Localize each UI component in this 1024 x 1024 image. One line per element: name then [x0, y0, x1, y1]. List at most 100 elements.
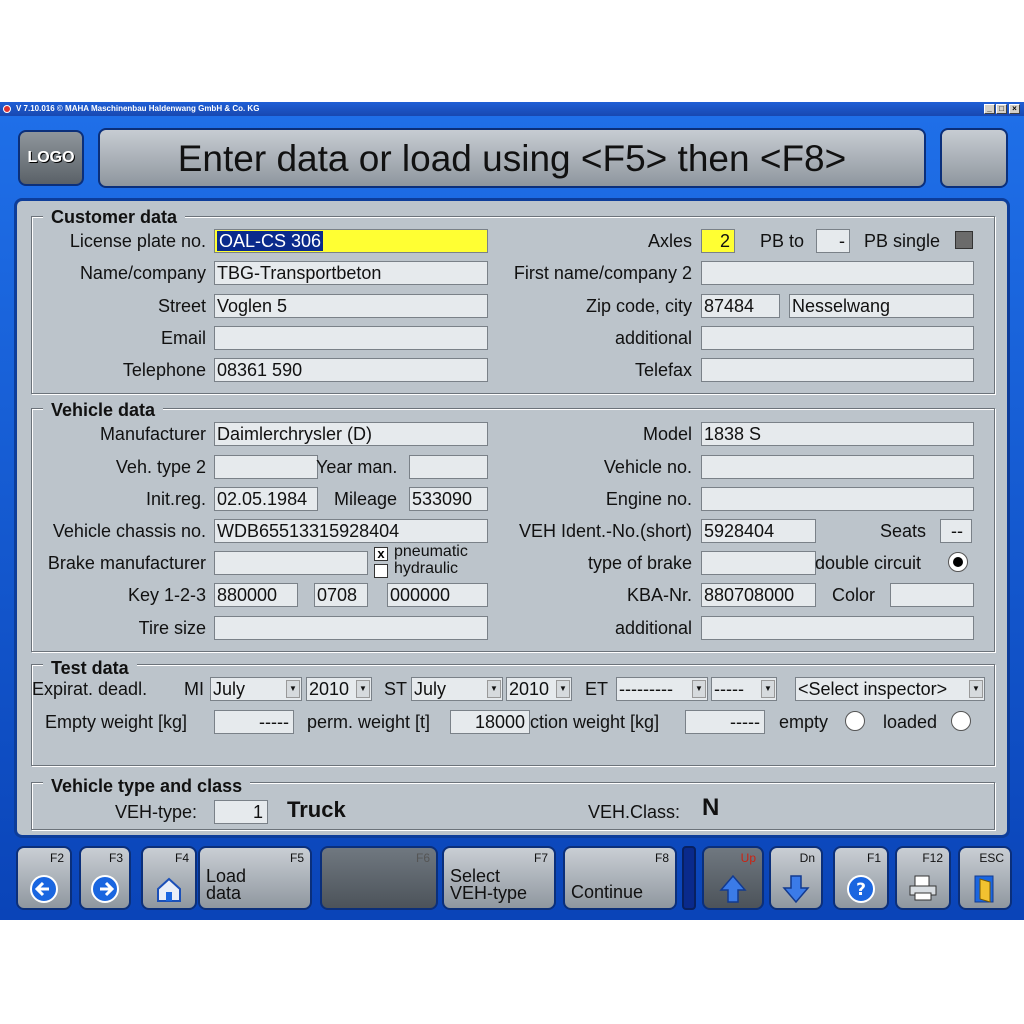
pneumatic-checkbox[interactable]: x: [374, 547, 388, 561]
kba-input[interactable]: 880708000: [701, 583, 816, 607]
ident-input[interactable]: 5928404: [701, 519, 816, 543]
manufacturer-label: Manufacturer: [99, 424, 206, 444]
select-vehtype-text: Select VEH-type: [450, 867, 527, 902]
st-year-select[interactable]: 2010 ▼: [506, 677, 572, 701]
empty-weight-input[interactable]: -----: [214, 710, 294, 734]
mileage-input[interactable]: 533090: [409, 487, 488, 511]
et-month-select[interactable]: --------- ▼: [616, 677, 708, 701]
license-plate-value: OAL-CS 306: [217, 231, 324, 251]
mi-year-value: 2010: [309, 679, 350, 699]
customer-additional-input[interactable]: [701, 326, 974, 350]
f5-label: F5: [289, 851, 304, 865]
vclass-group-title: Vehicle type and class: [43, 776, 251, 796]
page-down-button[interactable]: Dn: [769, 846, 823, 910]
typebrake-input[interactable]: [701, 551, 816, 575]
chevron-down-icon[interactable]: ▼: [286, 680, 300, 698]
vehicle-group-title: Vehicle data: [43, 400, 164, 420]
pbto-input[interactable]: -: [816, 229, 850, 253]
brake-manufacturer-input[interactable]: [214, 551, 368, 575]
window-title: V 7.10.016 © MAHA Maschinenbau Haldenwan…: [16, 104, 260, 113]
typebrake-label: type of brake: [587, 553, 692, 573]
perm-weight-input[interactable]: 18000: [450, 710, 530, 734]
home-icon: [157, 877, 181, 902]
model-label: Model: [642, 424, 692, 444]
chevron-down-icon[interactable]: ▼: [356, 680, 370, 698]
chevron-down-icon[interactable]: ▼: [969, 680, 983, 698]
chevron-down-icon[interactable]: ▼: [556, 680, 570, 698]
chevron-down-icon[interactable]: ▼: [487, 680, 501, 698]
street-input[interactable]: Voglen 5: [214, 294, 488, 318]
key2-input[interactable]: 0708: [314, 583, 368, 607]
pbto-label: PB to: [760, 231, 805, 251]
action-weight-input[interactable]: -----: [685, 710, 765, 734]
chassis-input[interactable]: WDB65513315928404: [214, 519, 488, 543]
tiresize-input[interactable]: [214, 616, 488, 640]
firstname-input[interactable]: [701, 261, 974, 285]
doublecircuit-radio[interactable]: [948, 552, 968, 572]
continue-button[interactable]: F8 Continue: [563, 846, 677, 910]
axles-input[interactable]: 2: [701, 229, 735, 253]
forward-button[interactable]: F3: [79, 846, 131, 910]
empty-weight-label: Empty weight [kg]: [45, 712, 188, 732]
key1-input[interactable]: 880000: [214, 583, 298, 607]
engine-input[interactable]: [701, 487, 974, 511]
f6-label: F6: [415, 851, 430, 865]
inspector-select[interactable]: <Select inspector> ▼: [795, 677, 985, 701]
tiresize-label: Tire size: [138, 618, 206, 638]
vehtype-label: VEH-type:: [115, 802, 198, 822]
zip-input[interactable]: 87484: [701, 294, 780, 318]
pbsingle-checkbox[interactable]: [955, 231, 973, 249]
chevron-down-icon[interactable]: ▼: [692, 680, 706, 698]
initreg-input[interactable]: 02.05.1984: [214, 487, 318, 511]
et-year-value: -----: [714, 679, 744, 699]
expirat-label: Expirat. deadl.: [32, 679, 148, 699]
help-button[interactable]: F1 ?: [833, 846, 889, 910]
print-button[interactable]: F12: [895, 846, 951, 910]
seats-input[interactable]: --: [940, 519, 972, 543]
et-year-select[interactable]: ----- ▼: [711, 677, 777, 701]
perm-weight-label: perm. weight [t]: [307, 712, 431, 732]
hydraulic-checkbox[interactable]: [374, 564, 388, 578]
telefax-input[interactable]: [701, 358, 974, 382]
f6-disabled-button: F6: [320, 846, 438, 910]
yearman-input[interactable]: [409, 455, 488, 479]
vehicleno-input[interactable]: [701, 455, 974, 479]
chevron-down-icon[interactable]: ▼: [761, 680, 775, 698]
page-up-button[interactable]: Up: [702, 846, 764, 910]
key-label: Key 1-2-3: [127, 585, 206, 605]
home-button[interactable]: F4: [141, 846, 197, 910]
empty-radio[interactable]: [845, 711, 865, 731]
close-button[interactable]: ×: [1009, 104, 1020, 114]
st-month-select[interactable]: July ▼: [411, 677, 503, 701]
manufacturer-input[interactable]: Daimlerchrysler (D): [214, 422, 488, 446]
svg-text:?: ?: [856, 880, 866, 900]
esc-label: ESC: [979, 851, 1004, 865]
mi-month-select[interactable]: July ▼: [210, 677, 302, 701]
color-input[interactable]: [890, 583, 974, 607]
initreg-label: Init.reg.: [145, 489, 206, 509]
brake-manufacturer-label: Brake manufacturer: [47, 553, 206, 573]
et-month-value: ---------: [619, 679, 673, 699]
license-plate-input[interactable]: OAL-CS 306: [214, 229, 488, 253]
vehtype2-input[interactable]: [214, 455, 318, 479]
f1-label: F1: [866, 851, 881, 865]
mi-year-select[interactable]: 2010 ▼: [306, 677, 372, 701]
vehicle-additional-input[interactable]: [701, 616, 974, 640]
telephone-input[interactable]: 08361 590: [214, 358, 488, 382]
name-input[interactable]: TBG-Transportbeton: [214, 261, 488, 285]
minimize-button[interactable]: _: [984, 104, 995, 114]
select-vehtype-button[interactable]: F7 Select VEH-type: [442, 846, 556, 910]
key3-input[interactable]: 000000: [387, 583, 488, 607]
maximize-button[interactable]: □: [996, 104, 1007, 114]
back-button[interactable]: F2: [16, 846, 72, 910]
customer-additional-label: additional: [614, 328, 692, 348]
hydraulic-label: hydraulic: [394, 560, 459, 577]
vehtype-input[interactable]: 1: [214, 800, 268, 824]
email-input[interactable]: [214, 326, 488, 350]
load-data-button[interactable]: F5 Load data: [198, 846, 312, 910]
exit-button[interactable]: ESC: [958, 846, 1012, 910]
city-input[interactable]: Nesselwang: [789, 294, 974, 318]
loaded-radio[interactable]: [951, 711, 971, 731]
logo-text: LOGO: [27, 149, 75, 166]
model-input[interactable]: 1838 S: [701, 422, 974, 446]
